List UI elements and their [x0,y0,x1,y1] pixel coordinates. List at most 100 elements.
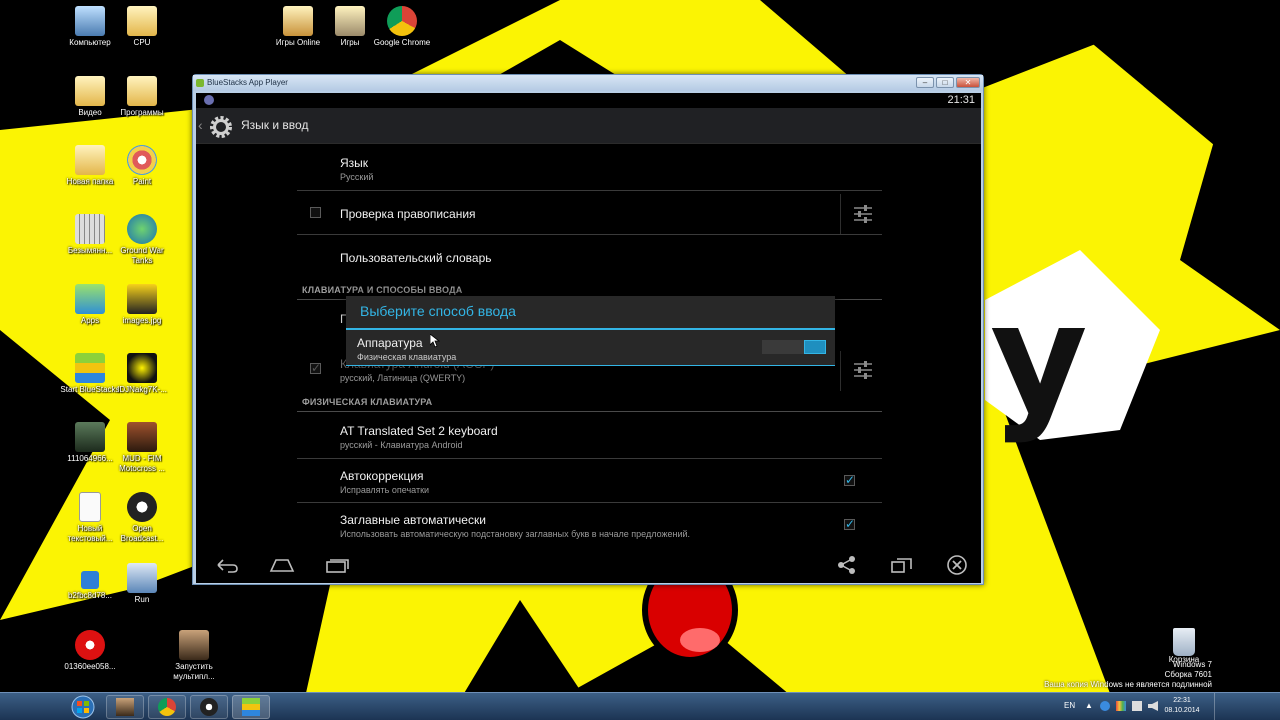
android-status-bar: 21:31 [196,93,981,107]
window-titlebar[interactable]: BlueStacks App Player – □ ✕ [193,75,983,91]
minimize-button[interactable]: – [916,77,934,88]
checkmark-icon: ✓ [845,473,856,487]
clock-time: 22:31 [1173,697,1191,704]
pref-user-dictionary[interactable]: Пользовательский словарь [340,251,492,265]
dialog-title-divider [346,328,835,330]
close-button[interactable]: ✕ [956,77,980,88]
taskbar-chrome-button[interactable] [148,695,186,719]
dialog-title: Выберите способ ввода [360,303,516,319]
image-icon [75,630,105,660]
desktop-icon-label: Игры Online [275,38,321,47]
keyboard-icon [75,214,105,244]
desktop-icon-games-online[interactable]: Игры Online [268,6,328,48]
pref-at-keyboard-title: AT Translated Set 2 keyboard [340,424,498,438]
bluestacks-window: BlueStacks App Player – □ ✕ 21:31 ‹ Язык… [192,74,984,585]
home-button[interactable] [269,554,295,576]
desktop-icon-cpu[interactable]: CPU [112,6,172,48]
tray-expand-icon[interactable]: ▲ [1085,701,1095,711]
game-icon [127,422,157,452]
back-button[interactable] [214,554,240,576]
divider [297,190,882,191]
desktop-icon-label: Apps [80,316,100,325]
desktop-icon-launch-multiplayer[interactable]: Запустить мультипл... [164,630,224,682]
flag-icon[interactable] [1116,701,1126,711]
autocaps-checkbox[interactable]: ✓ [844,517,855,531]
image-icon [75,422,105,452]
android-keyboard-settings-icon[interactable] [853,361,873,379]
app-notification-icon [204,95,214,105]
taskbar-game-button[interactable] [106,695,144,719]
hardware-keyboard-toggle[interactable] [762,340,826,354]
desktop-icon-games[interactable]: Игры [320,6,380,48]
volume-icon[interactable] [1148,701,1158,711]
desktop-icon-b2fbc8d78[interactable]: b2fbc8d78... [60,563,120,601]
autocorrect-checkbox[interactable]: ✓ [844,473,856,487]
pref-android-keyboard-sub: русский, Латиница (QWERTY) [340,373,466,383]
desktop-icon-label: Google Chrome [373,38,431,47]
desktop-icon-label: Start BlueStacks [60,385,120,394]
recycle-bin-icon [1173,628,1195,656]
globe-icon [127,214,157,244]
window-toggle-icon[interactable] [889,554,915,576]
desktop-icon-label: CPU [133,38,151,47]
desktop-icon-label: images.jpg [122,316,162,325]
desktop-icon-chrome[interactable]: Google Chrome [372,6,432,48]
image-icon [127,353,157,383]
paint-icon [127,145,157,175]
show-desktop-button[interactable] [1214,693,1222,720]
watermark-line-2: Сборка 7601 [1164,670,1212,679]
settings-gear-icon[interactable] [206,112,236,142]
option-title: Аппаратура [357,336,423,350]
desktop-icon-label: IDJNakg7K-... [117,385,167,394]
android-icon [75,284,105,314]
android-keyboard-checkbox[interactable]: ✓ [310,361,321,375]
watermark-line-3: Ваша копия Windows не является подлинной [1044,680,1212,689]
desktop-icon-run[interactable]: Run [112,563,172,605]
close-app-icon[interactable] [944,554,970,576]
desktop-icon-01360ee058[interactable]: 01360ee058... [60,630,120,672]
desktop-icon-video[interactable]: Видео [60,76,120,118]
desktop-icon-apps[interactable]: Apps [60,284,120,326]
back-caret-icon[interactable]: ‹ [198,117,203,133]
desktop-icon-idjnakg[interactable]: IDJNakg7K-... [112,353,172,395]
desktop-icon-111064966[interactable]: 111064966... [60,422,120,464]
network-icon[interactable] [1132,701,1142,711]
folder-icon [127,76,157,106]
folder-icon [127,6,157,36]
tray-app-icon[interactable] [1100,701,1110,711]
image-icon [127,284,157,314]
desktop-icon-paint[interactable]: Paint [112,145,172,187]
desktop-icon-obs[interactable]: Open Broadcast... [112,492,172,544]
folder-icon [75,76,105,106]
desktop-icon-label: 01360ee058... [64,662,116,671]
game-icon [179,630,209,660]
tray-clock[interactable]: 22:31 08.10.2014 [1162,696,1202,716]
recent-apps-button[interactable] [324,554,350,576]
desktop-icon-label: Безымянн... [67,246,113,255]
share-icon[interactable] [834,554,860,576]
option-subtitle: Физическая клавиатура [357,352,457,362]
maximize-button[interactable]: □ [936,77,954,88]
taskbar-obs-button[interactable] [190,695,228,719]
desktop-icon-new-folder[interactable]: Новая папка [60,145,120,187]
spellcheck-checkbox[interactable] [310,207,321,218]
desktop-icon-programs[interactable]: Программы [112,76,172,118]
desktop-icon-mud-fim[interactable]: MUD - FIM Motocross ... [112,422,172,474]
svg-text:y: y [990,272,1088,446]
desktop-icon-start-bluestacks[interactable]: Start BlueStacks [60,353,120,395]
desktop-icon-label: Запустить мультипл... [173,662,215,681]
taskbar-bluestacks-button[interactable] [232,695,270,719]
pref-autocorrect-title: Автокоррекция [340,469,424,483]
pref-spellcheck-title: Проверка правописания [340,207,476,221]
language-indicator[interactable]: EN [1064,701,1075,710]
desktop-icon-images-jpg[interactable]: images.jpg [112,284,172,326]
chrome-icon [387,6,417,36]
desktop-icon-new-text[interactable]: Новый текстовый... [60,492,120,544]
spellcheck-settings-icon[interactable] [853,205,873,223]
pref-autocaps-title: Заглавные автоматически [340,513,486,527]
desktop-icon-keyboard-file[interactable]: Безымянн... [60,214,120,256]
separator [840,194,841,234]
desktop-icon-computer[interactable]: Компьютер [60,6,120,48]
start-button[interactable] [66,695,100,719]
desktop-icon-ground-war[interactable]: Ground War Tanks [112,214,172,266]
